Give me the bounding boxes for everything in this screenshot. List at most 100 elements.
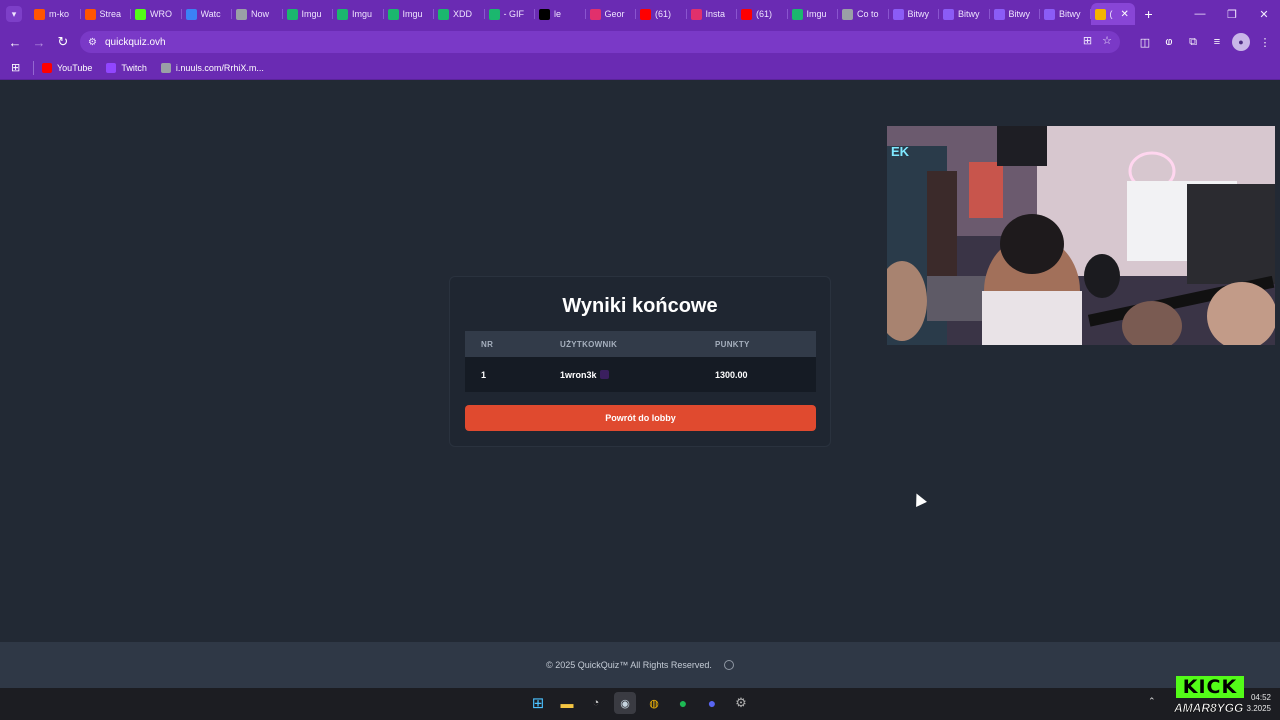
puzzle-icon[interactable]: ⧉ <box>1184 33 1202 51</box>
taskbar-apps: ⊞ ▬ ◔ ◉ ◍ ● ● ⚙ <box>527 692 752 714</box>
clock-date: 3.2025 <box>1246 704 1271 713</box>
imgur-icon <box>791 8 803 20</box>
table-header: NR UŻYTKOWNIK PUNKTY <box>465 331 816 357</box>
settings-app-icon[interactable]: ◔ <box>585 692 607 714</box>
tab-title: Bitwy <box>907 9 930 19</box>
tray-chevron-icon[interactable]: ⌃ <box>1148 696 1156 707</box>
media-control-icon[interactable]: ≡ <box>1208 33 1226 51</box>
restore-icon[interactable]: ❐ <box>1216 0 1248 28</box>
browser-tab[interactable]: Now <box>232 3 283 25</box>
bookmark-item[interactable]: i.nuuls.com/RrhiX.m... <box>160 62 264 73</box>
bookmark-list: YouTube Twitch i.nuuls.com/RrhiX.m... <box>42 62 278 73</box>
tab-title: Imgu <box>806 9 827 19</box>
imgur-icon <box>488 8 500 20</box>
results-table: NR UŻYTKOWNIK PUNKTY 1 1wron3k 1300.00 <box>465 331 816 392</box>
tab-title: Geor <box>604 9 625 19</box>
row-user-cell: 1wron3k <box>560 369 715 380</box>
twitch-icon <box>106 62 117 73</box>
apps-grid-icon[interactable]: ⊞ <box>11 61 25 74</box>
kick-icon <box>135 8 146 20</box>
instagram-icon <box>690 8 702 20</box>
bookmark-item[interactable]: Twitch <box>106 62 147 73</box>
tab-title: le <box>554 9 562 19</box>
bookmark-star-icon[interactable]: ☆ <box>1102 34 1112 47</box>
page-content: Wyniki końcowe NR UŻYTKOWNIK PUNKTY 1 1w… <box>0 81 1280 642</box>
extension-translate-icon[interactable]: ⱷ <box>1160 33 1178 51</box>
gear-icon[interactable]: ⚙ <box>730 692 752 714</box>
os-taskbar: ⊞ ▬ ◔ ◉ ◍ ● ● ⚙ <box>0 688 1280 720</box>
close-tab-icon[interactable]: ✕ <box>1121 9 1129 20</box>
tab-title: - GIF <box>503 9 525 19</box>
menu-icon[interactable]: ⋮ <box>1256 33 1274 51</box>
tab-title: Imgu <box>301 9 322 19</box>
profile-avatar[interactable]: ● <box>1232 33 1250 51</box>
browser-tab[interactable]: Geor <box>586 3 637 25</box>
browser-tab[interactable]: (61) <box>737 3 788 25</box>
webcam-image: EK <box>887 126 1275 345</box>
svg-text:EK: EK <box>891 144 910 159</box>
bitwy-icon <box>993 8 1005 20</box>
chrome-icon[interactable]: ◍ <box>643 692 665 714</box>
browser-tab[interactable]: Bitwy <box>939 3 990 25</box>
back-to-lobby-button[interactable]: Powrót do lobby <box>465 405 816 431</box>
bookmark-item[interactable]: YouTube <box>42 62 92 73</box>
browser-tab[interactable]: Co to <box>838 3 889 25</box>
browser-tab[interactable]: Bitwy <box>1040 3 1091 25</box>
minimize-icon[interactable]: — <box>1184 0 1216 28</box>
row-username: 1wron3k <box>560 369 597 380</box>
browser-tab[interactable]: m-ko <box>30 3 81 25</box>
tab-title: Imgu <box>352 9 373 19</box>
kick-logo: KICK <box>1176 676 1244 698</box>
browser-tab[interactable]: Imgu <box>384 3 435 25</box>
bookmark-label: i.nuuls.com/RrhiX.m... <box>175 62 264 73</box>
browser-tab[interactable]: Strea <box>81 3 132 25</box>
address-bar[interactable]: ⚙ quickquiz.ovh ⊞ ☆ <box>80 31 1120 53</box>
tab-strip: m-ko Strea WRO Watc Now Imgu Imgu Imgu XDD - GIF l… <box>30 0 1153 28</box>
bookmarks-divider <box>33 60 34 75</box>
steam-icon[interactable]: ◉ <box>614 692 636 714</box>
translate-icon[interactable]: ⊞ <box>1083 34 1092 47</box>
browser-tab[interactable]: Watc <box>182 3 233 25</box>
tab-title: Co to <box>857 9 879 19</box>
browser-tab[interactable]: - GIF <box>485 3 536 25</box>
tab-title: (61) <box>655 9 672 19</box>
browser-tab[interactable]: Bitwy <box>990 3 1041 25</box>
new-tab-icon[interactable]: + <box>1145 6 1153 22</box>
column-header-nr: NR <box>481 339 494 349</box>
browser-tab[interactable]: Insta <box>687 3 738 25</box>
discord-icon[interactable]: ● <box>701 692 723 714</box>
tab-title: Imgu <box>402 9 423 19</box>
github-icon[interactable] <box>723 660 734 670</box>
browser-tab[interactable]: XDD <box>434 3 485 25</box>
imgur-icon <box>387 8 399 20</box>
browser-tab[interactable]: Imgu <box>333 3 384 25</box>
system-clock[interactable]: 04:52 3.2025 <box>1247 692 1271 714</box>
bitwy-icon <box>1044 8 1055 20</box>
kick-username: AMAR8YGG <box>1174 701 1244 716</box>
tab-title: Now <box>251 9 270 19</box>
site-info-icon[interactable]: ⚙ <box>88 37 102 48</box>
url-text: quickquiz.ovh <box>105 36 166 48</box>
tab-title: Bitwy <box>1008 9 1031 19</box>
spotify-icon[interactable]: ● <box>672 692 694 714</box>
table-row: 1 1wron3k 1300.00 <box>465 357 816 392</box>
window-controls: — ❐ ✕ <box>1184 0 1280 28</box>
browser-tab[interactable]: Bitwy <box>889 3 940 25</box>
mouse-cursor-icon <box>911 491 927 507</box>
reload-icon[interactable]: ↻ <box>51 30 75 54</box>
windows-start-icon[interactable]: ⊞ <box>527 692 549 714</box>
tab-search-icon[interactable]: ▾ <box>6 6 22 22</box>
extension-icon[interactable]: ◫ <box>1136 33 1154 51</box>
browser-tab[interactable]: Imgu <box>788 3 839 25</box>
tab-bar: ▾ m-ko Strea WRO Watc Now Imgu Imgu Imgu XDD - GI… <box>0 0 1280 28</box>
browser-tab-active[interactable]: (✕ <box>1090 3 1135 25</box>
browser-tab[interactable]: le <box>535 3 586 25</box>
forward-icon[interactable]: → <box>27 30 51 54</box>
close-window-icon[interactable]: ✕ <box>1248 0 1280 28</box>
browser-tab[interactable]: WRO <box>131 3 182 25</box>
file-explorer-icon[interactable]: ▬ <box>556 692 578 714</box>
browser-tab[interactable]: Imgu <box>283 3 334 25</box>
browser-tab[interactable]: (61) <box>636 3 687 25</box>
back-icon[interactable]: ← <box>3 30 27 54</box>
tab-title: Bitwy <box>1059 9 1081 19</box>
